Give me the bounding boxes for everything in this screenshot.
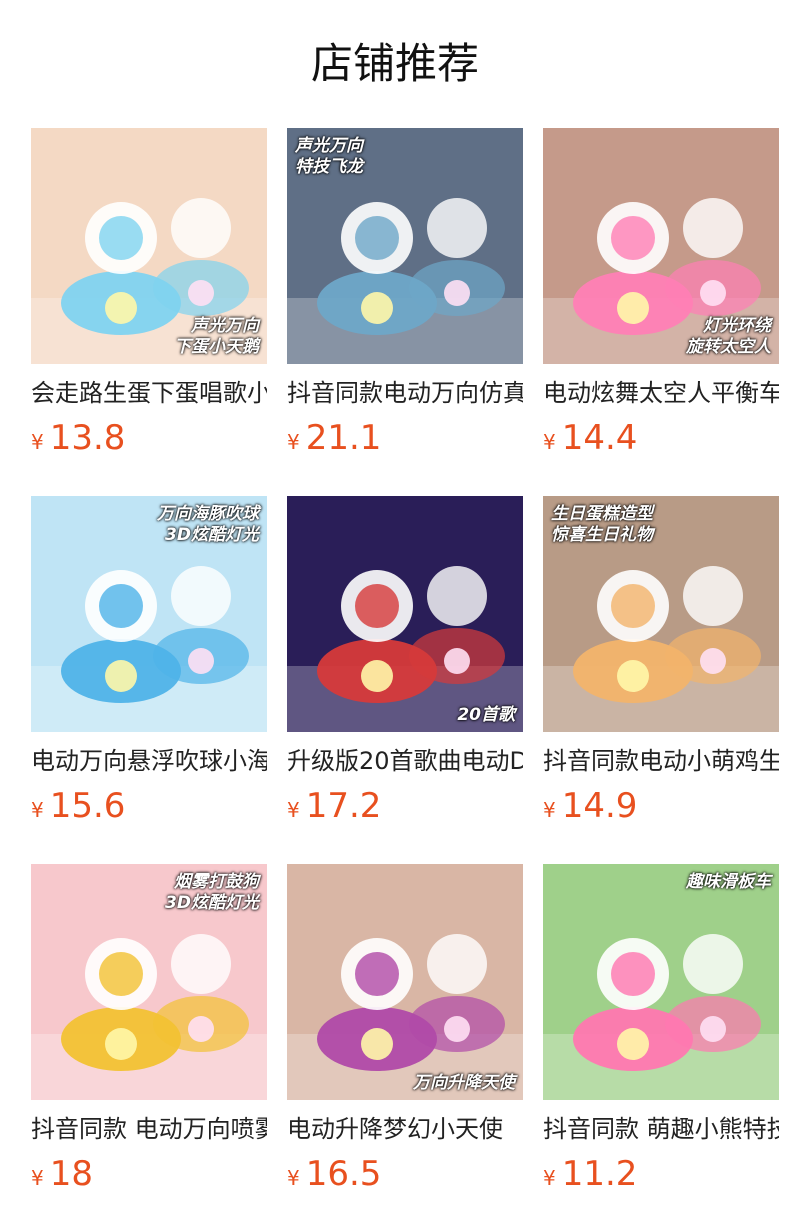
promo-caption-line: 灯光环绕 <box>703 316 771 336</box>
image-promo-caption: 声光万向 下蛋小天鹅 <box>174 316 259 358</box>
product-name[interactable]: 抖音同款 电动万向喷雾打鼓狗 <box>31 1112 267 1146</box>
price-value: 16.5 <box>305 1154 382 1194</box>
angel-toy <box>287 864 523 1100</box>
product-price: ¥14.9 <box>543 786 779 832</box>
image-promo-caption: 万向海豚吹球 3D炫酷灯光 <box>157 504 259 546</box>
product-image[interactable]: 20首歌 <box>287 496 523 732</box>
product-name[interactable]: 抖音同款电动小萌鸡生日蛋糕 <box>543 744 779 778</box>
product-name[interactable]: 升级版20首歌曲电动DJ车 <box>287 744 523 778</box>
image-promo-caption: 烟雾打鼓狗 3D炫酷灯光 <box>165 872 259 914</box>
currency-symbol: ¥ <box>287 430 300 454</box>
product-image[interactable]: 万向升降天使 <box>287 864 523 1100</box>
promo-caption-line: 下蛋小天鹅 <box>174 337 259 357</box>
product-price: ¥16.5 <box>287 1154 523 1200</box>
product-image[interactable]: 声光万向 特技飞龙 <box>287 128 523 364</box>
image-promo-caption: 20首歌 <box>457 705 515 726</box>
store-recommend-page: 店铺推荐 声光万向下蛋小天鹅会走路生蛋下蛋唱歌小天鹅¥13.8声光万向特技飞龙抖… <box>0 0 790 1232</box>
product-price: ¥11.2 <box>543 1154 779 1200</box>
product-price: ¥18 <box>31 1154 267 1200</box>
product-price: ¥13.8 <box>31 418 267 464</box>
image-promo-caption: 趣味滑板车 <box>686 872 771 893</box>
product-name[interactable]: 抖音同款 萌趣小熊特技滑板车 <box>543 1112 779 1146</box>
product-image[interactable]: 声光万向 下蛋小天鹅 <box>31 128 267 364</box>
image-promo-caption: 声光万向 特技飞龙 <box>295 136 363 178</box>
currency-symbol: ¥ <box>31 1166 44 1190</box>
product-card[interactable]: 灯光环绕 旋转太空人电动炫舞太空人平衡车 ¥14.4 <box>543 128 779 464</box>
price-value: 13.8 <box>49 418 126 458</box>
promo-caption-line: 特技飞龙 <box>295 157 363 177</box>
dj-car-toy <box>287 496 523 732</box>
currency-symbol: ¥ <box>543 798 556 822</box>
product-image[interactable]: 生日蛋糕造型 惊喜生日礼物 <box>543 496 779 732</box>
image-promo-caption: 生日蛋糕造型 惊喜生日礼物 <box>551 504 653 546</box>
product-image[interactable]: 趣味滑板车 <box>543 864 779 1100</box>
promo-caption-line: 万向海豚吹球 <box>157 504 259 524</box>
promo-caption-line: 3D炫酷灯光 <box>165 893 259 913</box>
promo-caption-line: 声光万向 <box>295 136 363 156</box>
price-value: 11.2 <box>561 1154 638 1194</box>
price-value: 15.6 <box>49 786 126 826</box>
product-image[interactable]: 万向海豚吹球 3D炫酷灯光 <box>31 496 267 732</box>
image-promo-caption: 万向升降天使 <box>413 1073 515 1094</box>
product-image[interactable]: 烟雾打鼓狗 3D炫酷灯光 <box>31 864 267 1100</box>
price-value: 14.9 <box>561 786 638 826</box>
image-promo-caption: 灯光环绕 旋转太空人 <box>686 316 771 358</box>
product-price: ¥14.4 <box>543 418 779 464</box>
product-price: ¥17.2 <box>287 786 523 832</box>
product-card[interactable]: 声光万向特技飞龙抖音同款电动万向仿真恐龙 ¥21.1 <box>287 128 523 464</box>
promo-caption-line: 20首歌 <box>457 705 515 725</box>
product-name[interactable]: 会走路生蛋下蛋唱歌小天鹅 <box>31 376 267 410</box>
page-title: 店铺推荐 <box>310 39 479 88</box>
product-card[interactable]: 烟雾打鼓狗3D炫酷灯光抖音同款 电动万向喷雾打鼓狗 ¥18 <box>31 864 267 1200</box>
product-name[interactable]: 电动炫舞太空人平衡车 <box>543 376 779 410</box>
promo-caption-line: 声光万向 <box>191 316 259 336</box>
currency-symbol: ¥ <box>287 1166 300 1190</box>
currency-symbol: ¥ <box>543 430 556 454</box>
promo-caption-line: 旋转太空人 <box>686 337 771 357</box>
product-name[interactable]: 抖音同款电动万向仿真恐龙 <box>287 376 523 410</box>
currency-symbol: ¥ <box>287 798 300 822</box>
currency-symbol: ¥ <box>31 798 44 822</box>
promo-caption-line: 万向升降天使 <box>413 1073 515 1093</box>
promo-caption-line: 烟雾打鼓狗 <box>174 872 259 892</box>
bear-skateboard-toy <box>543 864 779 1100</box>
product-card[interactable]: 20首歌升级版20首歌曲电动DJ车 ¥17.2 <box>287 496 523 832</box>
currency-symbol: ¥ <box>543 1166 556 1190</box>
price-value: 21.1 <box>305 418 382 458</box>
promo-caption-line: 3D炫酷灯光 <box>165 525 259 545</box>
product-card[interactable]: 趣味滑板车抖音同款 萌趣小熊特技滑板车 ¥11.2 <box>543 864 779 1200</box>
promo-caption-line: 惊喜生日礼物 <box>551 525 653 545</box>
product-card[interactable]: 万向升降天使电动升降梦幻小天使 ¥16.5 <box>287 864 523 1200</box>
product-card[interactable]: 万向海豚吹球3D炫酷灯光电动万向悬浮吹球小海豚 ¥15.6 <box>31 496 267 832</box>
product-price: ¥15.6 <box>31 786 267 832</box>
promo-caption-line: 生日蛋糕造型 <box>551 504 653 524</box>
currency-symbol: ¥ <box>31 430 44 454</box>
promo-caption-line: 趣味滑板车 <box>686 872 771 892</box>
price-value: 14.4 <box>561 418 638 458</box>
price-value: 18 <box>49 1154 93 1194</box>
product-card[interactable]: 声光万向下蛋小天鹅会走路生蛋下蛋唱歌小天鹅 ¥13.8 <box>31 128 267 464</box>
product-price: ¥21.1 <box>287 418 523 464</box>
product-card[interactable]: 生日蛋糕造型惊喜生日礼物抖音同款电动小萌鸡生日蛋糕 ¥14.9 <box>543 496 779 832</box>
product-name[interactable]: 电动升降梦幻小天使 <box>287 1112 523 1146</box>
price-value: 17.2 <box>305 786 382 826</box>
product-image[interactable]: 灯光环绕 旋转太空人 <box>543 128 779 364</box>
product-name[interactable]: 电动万向悬浮吹球小海豚 <box>31 744 267 778</box>
